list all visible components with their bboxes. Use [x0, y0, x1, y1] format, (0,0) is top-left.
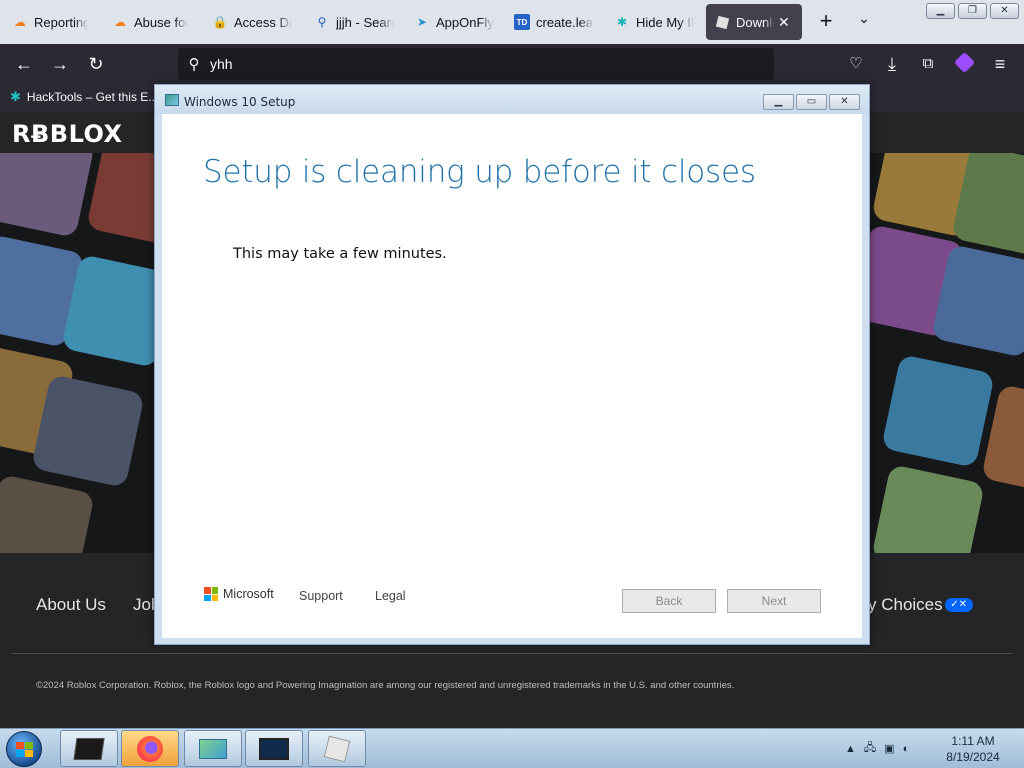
support-link[interactable]: Support	[299, 589, 343, 603]
tab-label: Hide My IP	[636, 14, 694, 30]
footer-link-privacy-choices[interactable]: y Choices ✓✕	[868, 595, 973, 615]
dialog-heading: Setup is cleaning up before it closes	[203, 154, 756, 190]
menu-icon[interactable]: ≡	[988, 52, 1012, 76]
system-tray: ▲ 🖧 ▣ ◐	[845, 739, 909, 758]
list-all-tabs-button[interactable]: ⌄	[852, 10, 876, 34]
microsoft-wordmark: Microsoft	[223, 587, 274, 601]
close-tab-icon[interactable]: ✕	[778, 14, 790, 31]
tab-apponfly[interactable]: ➤ AppOnFly	[406, 4, 502, 40]
firefox-icon	[137, 735, 163, 762]
lock-icon: 🔒	[212, 15, 228, 29]
dialog-close-button[interactable]: ✕	[829, 94, 860, 110]
taskbar: ▲ 🖧 ▣ ◐ 1:11 AM 8/19/2024	[0, 728, 1024, 768]
minimize-button[interactable]: ▁	[926, 3, 955, 19]
download-icon[interactable]: ⤓	[880, 52, 904, 76]
footer-link-about-us[interactable]: About Us	[36, 595, 106, 615]
tab-search[interactable]: ⚲ jjjh - Search	[306, 4, 402, 40]
start-button[interactable]	[6, 731, 42, 767]
tab-hide-my-ip[interactable]: ✱ Hide My IP	[606, 4, 702, 40]
bookmark-label: HackTools – Get this E...	[26, 90, 159, 104]
roblox-logo[interactable]: RɃBLOX	[12, 120, 123, 148]
extension-hex-icon[interactable]	[952, 51, 976, 76]
dialog-window-controls: ▁ ▭ ✕	[763, 94, 860, 110]
td-icon: TD	[514, 14, 530, 30]
game-tile	[0, 474, 95, 553]
show-hidden-icons-icon[interactable]: ▲	[845, 743, 856, 755]
roblox-icon	[714, 14, 730, 30]
tab-label: AppOnFly	[436, 14, 494, 30]
game-tile	[881, 354, 995, 468]
footer-divider	[12, 653, 1012, 654]
back-button[interactable]: Back	[622, 589, 716, 613]
hide-ip-icon: ✱	[616, 15, 628, 29]
privacy-toggle-icon: ✓✕	[944, 598, 973, 612]
display-icon[interactable]: ▣	[884, 742, 894, 755]
game-tile	[0, 153, 95, 238]
copyright-text: ©2024 Roblox Corporation. Roblox, the Ro…	[36, 680, 735, 691]
next-button[interactable]: Next	[727, 589, 821, 613]
tab-reporting[interactable]: ☁ Reporting	[4, 4, 96, 40]
back-arrow-icon[interactable]: ←	[12, 52, 36, 76]
volume-icon[interactable]: ◐	[903, 743, 910, 755]
system-clock[interactable]: 1:11 AM 8/19/2024	[940, 733, 1006, 765]
tab-create-lead[interactable]: TD create.lead	[506, 4, 602, 40]
taskbar-app-terminal[interactable]	[60, 730, 118, 767]
cloud-icon: ☁	[114, 15, 126, 29]
terminal-icon	[73, 737, 105, 760]
tab-label: Download	[736, 14, 774, 30]
bookmark-hacktools[interactable]: ✱ HackTools – Get this E...	[10, 89, 158, 105]
dialog-minimize-button[interactable]: ▁	[763, 94, 794, 110]
dialog-body: Setup is cleaning up before it closes Th…	[162, 114, 862, 638]
setup-dialog: Windows 10 Setup ▁ ▭ ✕ Setup is cleaning…	[154, 84, 870, 645]
tab-label: create.lead	[536, 14, 594, 30]
taskbar-app-setup[interactable]	[184, 730, 242, 767]
legal-link[interactable]: Legal	[375, 589, 406, 603]
dialog-title: Windows 10 Setup	[184, 95, 296, 109]
tab-download[interactable]: Download ✕	[706, 4, 802, 40]
tab-abuse-form[interactable]: ☁ Abuse form	[104, 4, 196, 40]
close-button[interactable]: ✕	[990, 3, 1019, 19]
monitor-icon	[259, 737, 289, 760]
game-tile	[871, 464, 985, 553]
tab-strip: ☁ Reporting ☁ Abuse form 🔒 Access Denied…	[0, 0, 1024, 44]
microsoft-squares-icon	[204, 587, 218, 601]
dialog-message: This may take a few minutes.	[233, 246, 447, 262]
dialog-maximize-button[interactable]: ▭	[796, 94, 827, 110]
privacy-choices-label: y Choices	[868, 595, 943, 614]
address-bar[interactable]: ⚲ yhh	[178, 48, 774, 80]
hacktools-icon: ✱	[10, 89, 21, 104]
tab-label: Access Denied	[234, 14, 292, 30]
microsoft-logo: Microsoft	[204, 587, 274, 601]
tab-label: jjjh - Search	[336, 14, 394, 30]
restore-button[interactable]: ❐	[958, 3, 987, 19]
pocket-icon[interactable]: ♡	[844, 52, 868, 76]
taskbar-app-firefox[interactable]	[121, 730, 179, 767]
search-icon: ⚲	[317, 15, 327, 29]
dialog-title-bar[interactable]: Windows 10 Setup ▁ ▭ ✕	[155, 85, 869, 114]
paper-plane-icon: ➤	[416, 15, 428, 29]
new-tab-button[interactable]: +	[812, 8, 840, 36]
network-adapter-icon[interactable]: 🖧	[864, 739, 876, 758]
roblox-icon	[323, 735, 351, 762]
tab-access-denied[interactable]: 🔒 Access Denied	[204, 4, 300, 40]
clock-date: 8/19/2024	[946, 750, 1000, 764]
windows-flag-icon	[16, 742, 33, 757]
address-bar-text[interactable]: yhh	[210, 56, 233, 72]
tab-label: Abuse form	[134, 14, 188, 30]
clock-time: 1:11 AM	[951, 734, 995, 748]
tab-label: Reporting	[34, 14, 88, 30]
reload-icon[interactable]: ↻	[84, 52, 108, 76]
game-tile	[31, 374, 145, 488]
window-controls: ▁ ❐ ✕	[926, 3, 1019, 19]
forward-arrow-icon[interactable]: →	[48, 52, 72, 76]
taskbar-app-roblox[interactable]	[308, 730, 366, 767]
cloud-icon: ☁	[14, 15, 26, 29]
navigation-bar: ← → ↻ ⚲ yhh ♡ ⤓ ⧉ ≡	[0, 44, 1024, 84]
search-icon: ⚲	[188, 56, 200, 73]
taskbar-app-remote-desktop[interactable]	[245, 730, 303, 767]
setup-icon	[199, 738, 227, 759]
extensions-icon[interactable]: ⧉	[916, 52, 940, 76]
setup-app-icon	[165, 94, 179, 106]
